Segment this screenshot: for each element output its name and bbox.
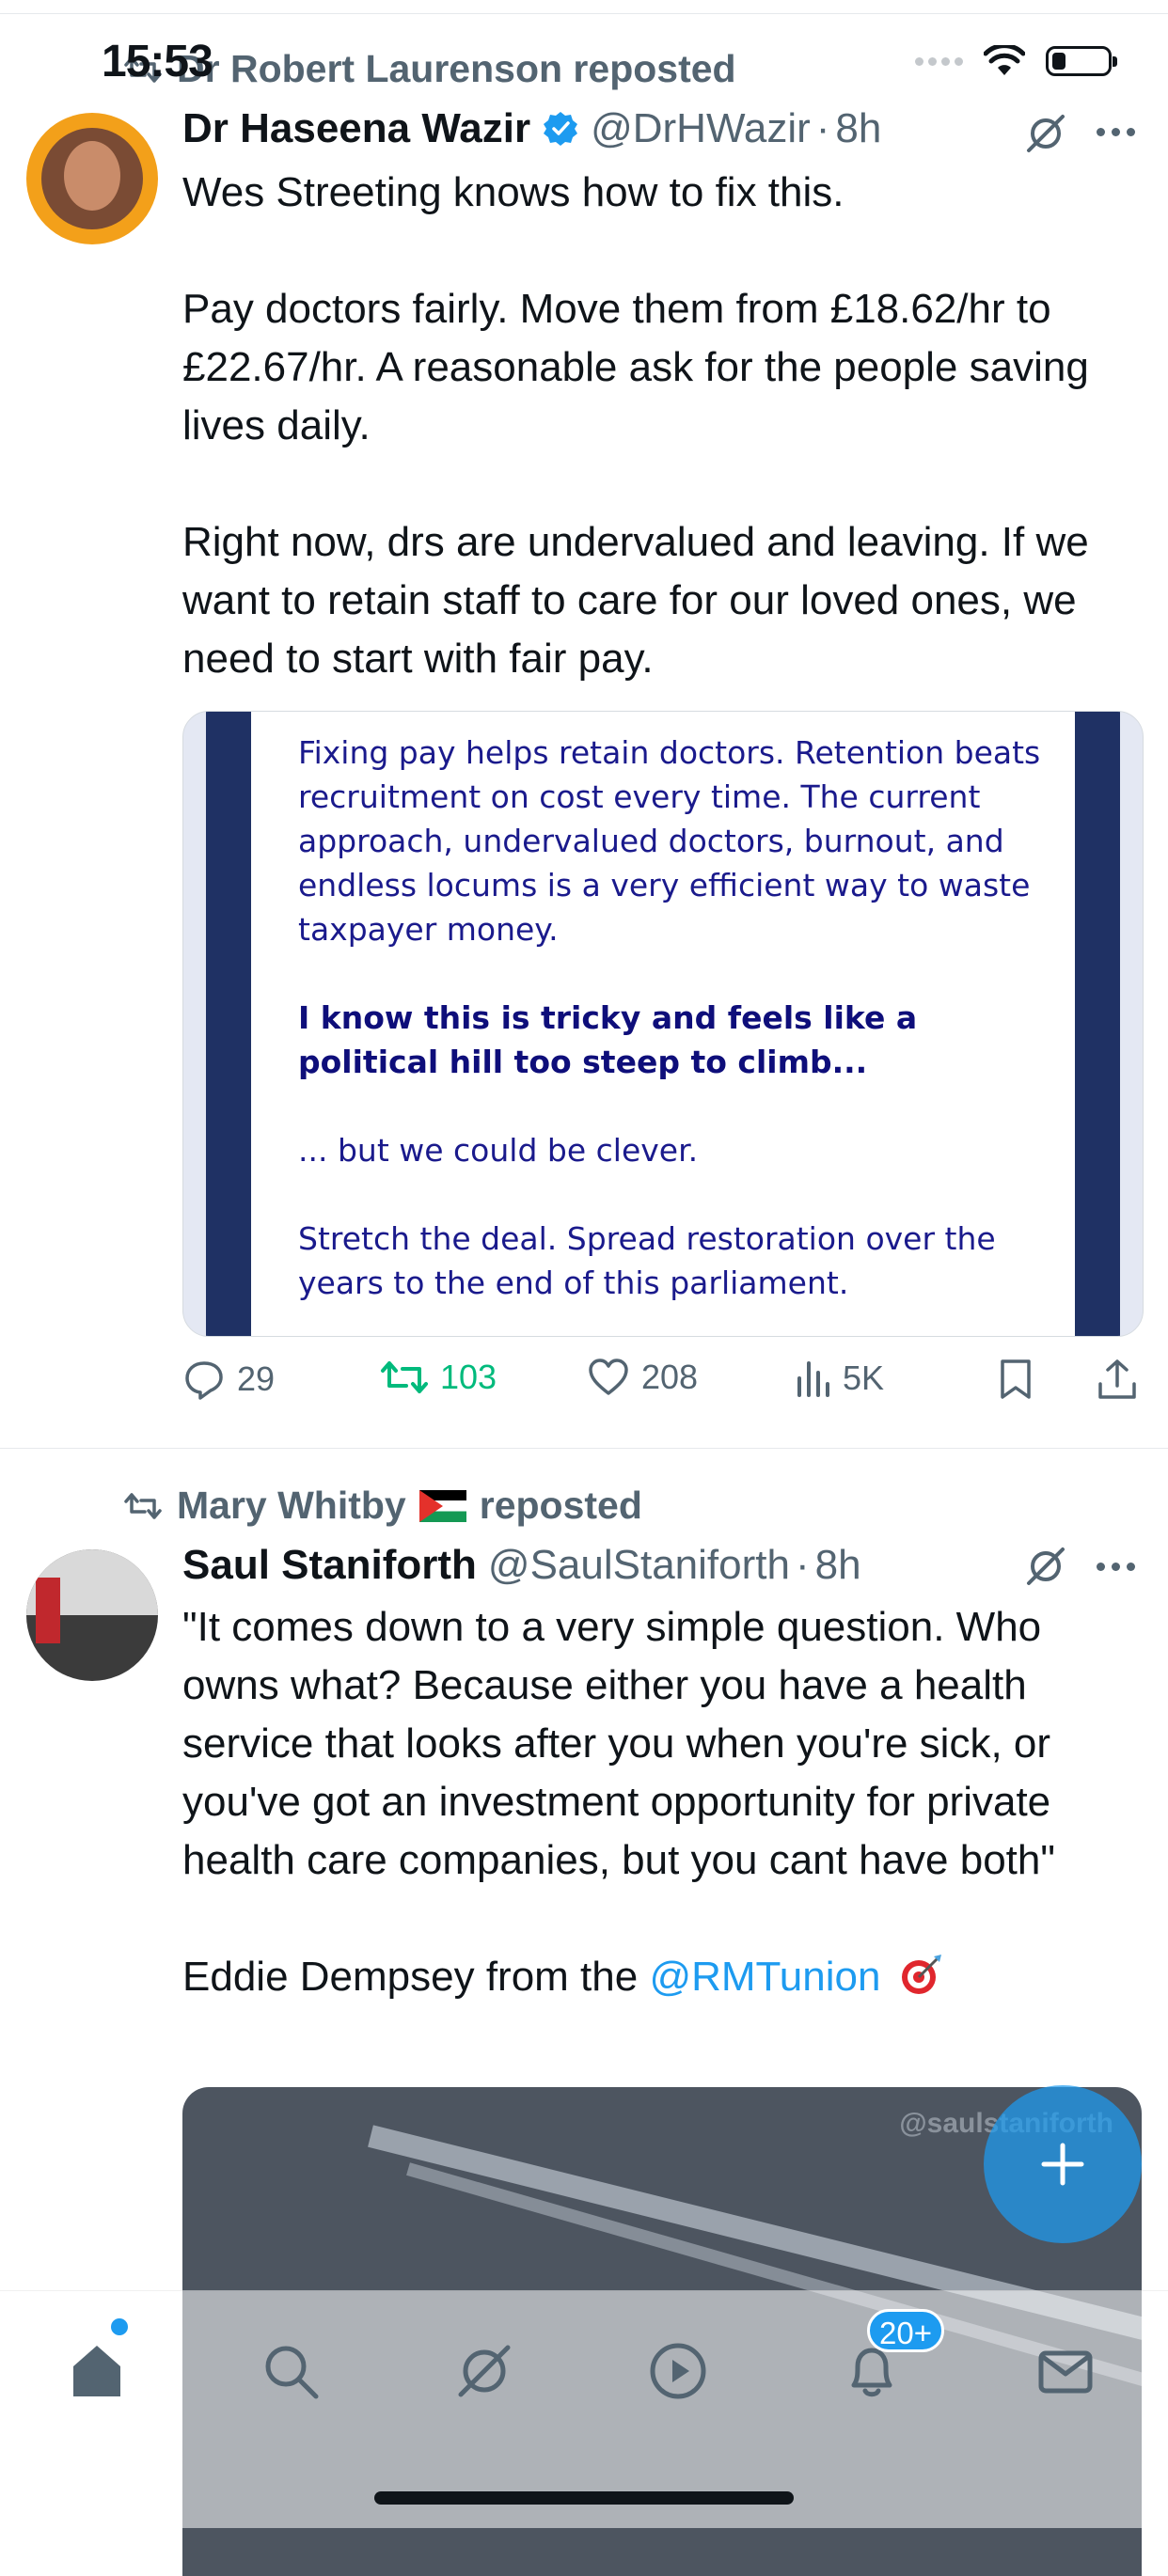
avatar[interactable]: [26, 113, 158, 244]
reply-count: 29: [237, 1359, 276, 1398]
compose-button[interactable]: [984, 2085, 1142, 2243]
home-unread-dot: [111, 2318, 128, 2335]
share-icon[interactable]: [1097, 1358, 1138, 1401]
tweet-text-line: "It comes down to a very simple question…: [182, 1604, 1055, 1883]
battery-icon: [1046, 46, 1117, 76]
tab-grok[interactable]: [442, 2329, 527, 2413]
search-icon: [265, 2346, 319, 2399]
tweet-actions: 29 103 208 5K: [182, 1358, 1142, 1414]
tab-home[interactable]: [55, 2329, 139, 2413]
top-divider: [0, 0, 1168, 14]
separator-dot: ·: [815, 105, 830, 151]
views-button[interactable]: 5K: [794, 1358, 884, 1399]
more-icon[interactable]: [1097, 128, 1135, 136]
author-name[interactable]: Saul Staniforth: [182, 1542, 477, 1589]
status-icons: [915, 45, 1117, 77]
home-indicator: [374, 2491, 794, 2505]
repost-icon: [124, 1492, 162, 1519]
repost-context[interactable]: Dr Robert Laurenson reposted: [124, 47, 736, 91]
home-icon: [73, 2346, 120, 2396]
repost-context[interactable]: Mary Whitby reposted: [124, 1484, 642, 1528]
status-time: 15:53: [102, 37, 213, 86]
tweet-header: Saul Staniforth @SaulStaniforth · 8h: [182, 1542, 861, 1589]
plus-icon: [1041, 2143, 1084, 2186]
tab-messages[interactable]: [1023, 2329, 1108, 2413]
repost-button[interactable]: 103: [380, 1358, 497, 1397]
reply-icon: [185, 1361, 223, 1400]
author-handle[interactable]: @SaulStaniforth: [488, 1542, 790, 1589]
wifi-icon: [984, 45, 1025, 75]
image-paragraph: Fixing pay helps retain doctors. Retenti…: [298, 734, 1041, 948]
heart-icon: [589, 1359, 628, 1395]
signal-icon: [915, 56, 963, 66]
play-icon: [650, 2343, 706, 2399]
views-icon: [797, 1361, 829, 1397]
author-name[interactable]: Dr Haseena Wazir: [182, 105, 530, 152]
tweet-text: Wes Streeting knows how to fix this. Pay…: [182, 164, 1132, 688]
reply-button[interactable]: 29: [182, 1358, 275, 1401]
notifications-badge: 20+: [867, 2309, 944, 2352]
verified-badge-icon: [544, 112, 578, 146]
author-handle[interactable]: @DrHWazir: [591, 105, 811, 152]
image-text: Fixing pay helps retain doctors. Retenti…: [298, 730, 1041, 1305]
tweet-text-line: Wes Streeting knows how to fix this.: [182, 169, 844, 215]
mail-icon: [1038, 2350, 1093, 2394]
image-paragraph: Stretch the deal. Spread restoration ove…: [298, 1220, 996, 1301]
tweet-text-line: Eddie Dempsey from the @RMTunion: [182, 1948, 1132, 2006]
tweet-image[interactable]: Fixing pay helps retain doctors. Retenti…: [182, 711, 1144, 1337]
tab-video[interactable]: [636, 2329, 720, 2413]
repost-count: 103: [440, 1358, 497, 1396]
tweet-divider: [0, 1448, 1168, 1449]
repost-context-label: Dr Robert Laurenson reposted: [177, 47, 736, 90]
grok-icon: [458, 2345, 511, 2397]
tweet-text: "It comes down to a very simple question…: [182, 1598, 1132, 2006]
avatar[interactable]: [26, 1549, 158, 1681]
views-count: 5K: [843, 1359, 885, 1397]
repost-icon: [381, 1361, 428, 1393]
image-paragraph-bold: I know this is tricky and feels like a p…: [298, 999, 918, 1080]
image-paragraph: ... but we could be clever.: [298, 1132, 699, 1169]
repost-context-name: Mary Whitby: [177, 1484, 406, 1527]
tweet-header: Dr Haseena Wazir @DrHWazir · 8h: [182, 105, 881, 152]
tweet-time: 8h: [835, 105, 882, 151]
tweet-text-line: Pay doctors fairly. Move them from £18.6…: [182, 286, 1089, 448]
palestine-flag-icon: [418, 1489, 466, 1522]
bookmark-icon[interactable]: [997, 1358, 1034, 1401]
separator-dot: ·: [795, 1542, 810, 1588]
repost-context-suffix: reposted: [479, 1484, 642, 1527]
tab-search[interactable]: [248, 2329, 333, 2413]
tweet-text-line: Right now, drs are undervalued and leavi…: [182, 519, 1089, 682]
like-count: 208: [641, 1358, 699, 1396]
tweet-text-tail: Eddie Dempsey from the: [182, 1954, 650, 2000]
target-emoji-icon: [901, 1955, 941, 1994]
tweet-time: 8h: [814, 1542, 861, 1588]
grok-icon[interactable]: [1023, 1544, 1068, 1589]
more-icon[interactable]: [1097, 1563, 1135, 1571]
grok-icon[interactable]: [1023, 111, 1068, 156]
like-button[interactable]: 208: [587, 1358, 698, 1397]
mention-link[interactable]: @RMTunion: [649, 1954, 880, 2000]
